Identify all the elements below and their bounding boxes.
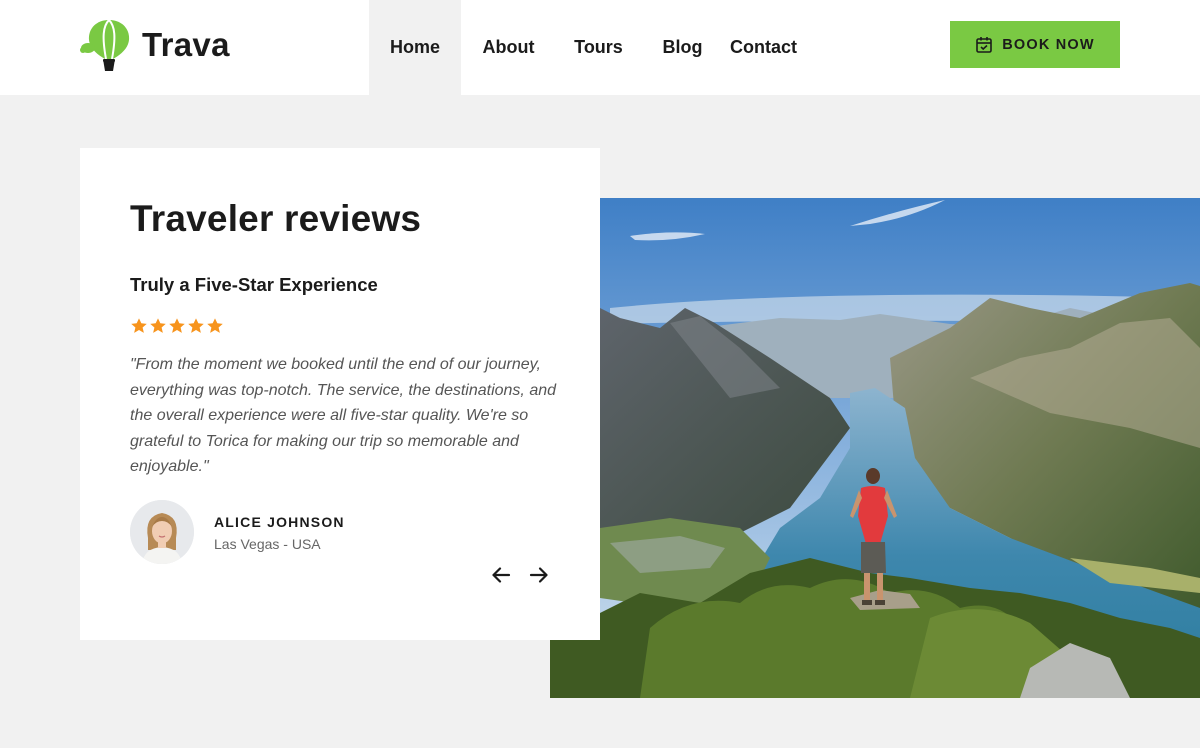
page: Trava Home About Tours Blog Contact BOOK…	[0, 0, 1200, 748]
nav-item-contact[interactable]: Contact	[724, 0, 832, 95]
author-location: Las Vegas - USA	[214, 536, 321, 552]
review-title: Truly a Five-Star Experience	[130, 274, 378, 295]
nav-item-home[interactable]: Home	[369, 0, 461, 95]
arrow-left-icon	[492, 567, 511, 583]
nav-item-about[interactable]: About	[461, 0, 556, 95]
hot-air-balloon-icon	[80, 19, 130, 71]
star-icon	[150, 318, 166, 333]
site-header: Trava Home About Tours Blog Contact BOOK…	[0, 0, 1200, 95]
mountain-lake-photo	[550, 198, 1200, 698]
star-icon	[207, 318, 223, 333]
book-now-label: BOOK NOW	[1002, 36, 1095, 53]
arrow-right-icon	[529, 567, 548, 583]
star-rating	[130, 317, 224, 335]
nav-item-blog[interactable]: Blog	[641, 0, 724, 95]
landscape-illustration	[550, 198, 1200, 698]
author-name: ALICE JOHNSON	[214, 514, 345, 530]
brand-logo[interactable]: Trava	[80, 17, 230, 73]
star-icon	[188, 318, 204, 333]
prev-review-button[interactable]	[488, 562, 514, 588]
review-card: Traveler reviews Truly a Five-Star Exper…	[80, 148, 600, 640]
next-review-button[interactable]	[526, 562, 552, 588]
nav-item-tours[interactable]: Tours	[556, 0, 641, 95]
reviewer-portrait	[130, 500, 194, 564]
brand-name: Trava	[142, 26, 230, 63]
star-icon	[131, 318, 147, 333]
star-icon	[169, 318, 185, 333]
main-nav: Home About Tours Blog Contact	[369, 0, 832, 95]
book-now-button[interactable]: BOOK NOW	[950, 21, 1120, 68]
calendar-check-icon	[976, 36, 993, 53]
review-quote: "From the moment we booked until the end…	[130, 356, 557, 476]
section-title: Traveler reviews	[130, 198, 422, 239]
avatar	[130, 500, 194, 564]
